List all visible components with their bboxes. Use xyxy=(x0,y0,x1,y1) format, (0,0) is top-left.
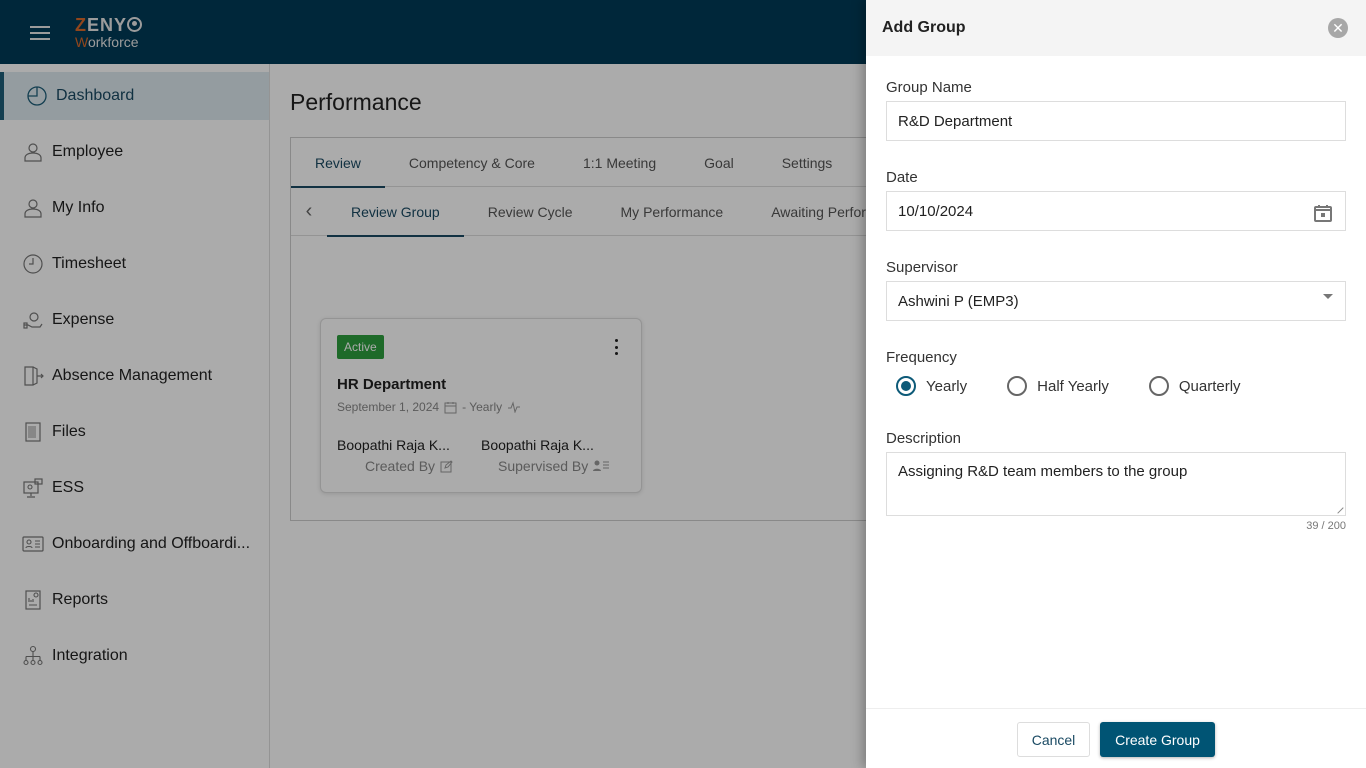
cancel-button[interactable]: Cancel xyxy=(1017,722,1090,757)
group-name-value: R&D Department xyxy=(898,112,1013,130)
date-input[interactable]: 10/10/2024 xyxy=(886,191,1346,231)
radio-yearly[interactable]: Yearly xyxy=(886,376,967,396)
radio-label: Quarterly xyxy=(1178,377,1241,395)
date-label: Date xyxy=(886,169,918,186)
radio-half-yearly[interactable]: Half Yearly xyxy=(997,376,1109,396)
description-textarea[interactable]: Assigning R&D team members to the group xyxy=(886,452,1346,516)
create-group-button[interactable]: Create Group xyxy=(1100,722,1215,757)
radio-label: Half Yearly xyxy=(1037,377,1109,395)
drawer-title: Add Group xyxy=(882,19,966,36)
modal-backdrop[interactable] xyxy=(0,0,866,768)
radio-quarterly[interactable]: Quarterly xyxy=(1139,376,1241,396)
char-counter: 39 / 200 xyxy=(1306,520,1346,532)
drawer-header: Add Group ✕ xyxy=(866,0,1366,56)
close-icon[interactable]: ✕ xyxy=(1328,18,1348,38)
radio-unchecked-icon xyxy=(1148,376,1169,396)
add-group-drawer: Add Group ✕ Group Name R&D Department Da… xyxy=(866,0,1366,768)
frequency-radio-group: Yearly Half Yearly Quarterly xyxy=(886,376,1271,396)
supervisor-select[interactable]: Ashwini P (EMP3) xyxy=(886,281,1346,321)
radio-unchecked-icon xyxy=(1007,376,1028,396)
group-name-input[interactable]: R&D Department xyxy=(886,101,1346,141)
chevron-down-icon xyxy=(1323,294,1333,316)
calendar-icon[interactable] xyxy=(1313,203,1333,227)
date-value: 10/10/2024 xyxy=(898,202,974,220)
resize-handle-icon[interactable] xyxy=(1332,502,1344,514)
description-value: Assigning R&D team members to the group xyxy=(898,463,1188,480)
frequency-label: Frequency xyxy=(886,349,957,366)
drawer-footer: Cancel Create Group xyxy=(866,708,1366,768)
group-name-label: Group Name xyxy=(886,79,972,96)
supervisor-label: Supervisor xyxy=(886,259,958,276)
description-label: Description xyxy=(886,430,962,447)
supervisor-value: Ashwini P (EMP3) xyxy=(898,292,1019,310)
radio-checked-icon xyxy=(896,376,916,396)
radio-label: Yearly xyxy=(926,377,968,395)
